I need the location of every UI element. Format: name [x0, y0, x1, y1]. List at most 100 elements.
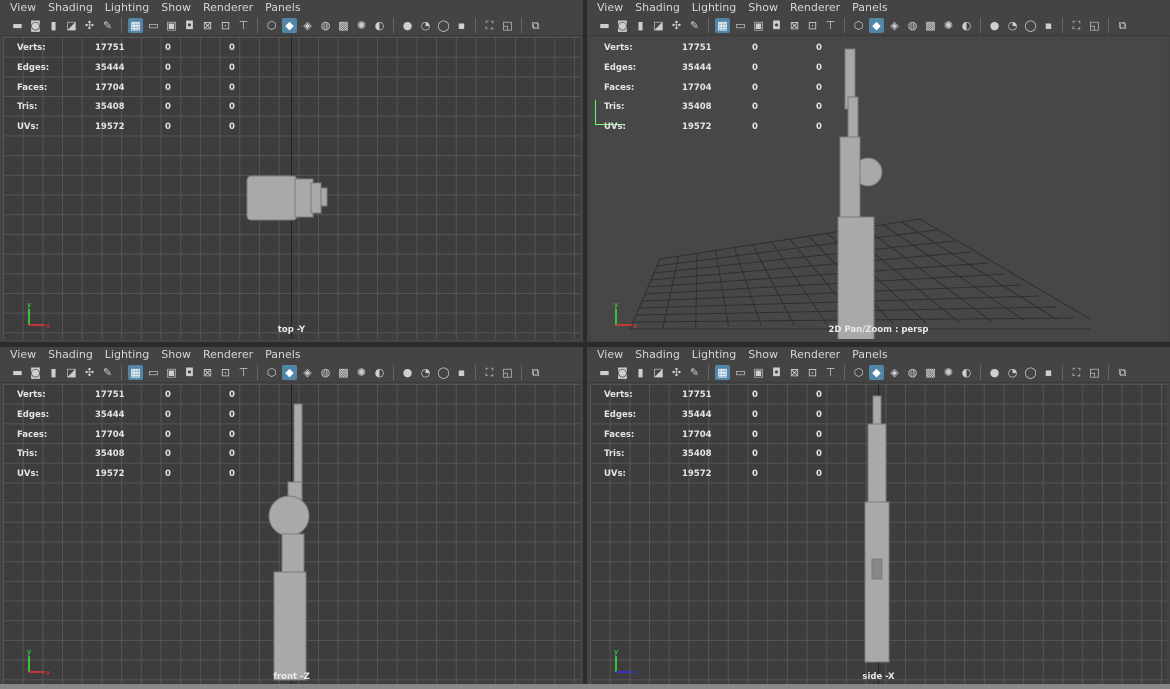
use-lights-icon[interactable]: ✺: [941, 365, 956, 380]
smooth-shade-icon[interactable]: ◆: [869, 364, 884, 380]
menu-panels[interactable]: Panels: [261, 347, 308, 362]
menu-renderer[interactable]: Renderer: [786, 0, 848, 15]
menu-view[interactable]: View: [6, 347, 44, 362]
grease-pencil-icon[interactable]: ✎: [687, 365, 702, 380]
depth-of-field-icon[interactable]: ▪: [454, 365, 469, 380]
menu-shading[interactable]: Shading: [44, 347, 101, 362]
image-plane-icon[interactable]: ◪: [651, 365, 666, 380]
grease-pencil-icon[interactable]: ✎: [687, 18, 702, 33]
panel-layout-icon[interactable]: ⧉: [528, 18, 543, 33]
menu-renderer[interactable]: Renderer: [199, 0, 261, 15]
scene-model[interactable]: [3, 37, 580, 339]
smooth-shade-icon[interactable]: ◆: [282, 17, 297, 33]
menu-show[interactable]: Show: [744, 347, 786, 362]
camera-select-icon[interactable]: ▬: [597, 18, 612, 33]
gate-mask-icon[interactable]: ◘: [182, 18, 197, 33]
image-plane-icon[interactable]: ◪: [651, 18, 666, 33]
panel-layout-icon[interactable]: ⧉: [1115, 18, 1130, 33]
menu-lighting[interactable]: Lighting: [101, 347, 157, 362]
multisample-aa-icon[interactable]: ◯: [1023, 365, 1038, 380]
safe-action-icon[interactable]: ⊡: [805, 18, 820, 33]
2d-pan-zoom-icon[interactable]: ✣: [82, 365, 97, 380]
resolution-gate-icon[interactable]: ▣: [164, 18, 179, 33]
use-lights-icon[interactable]: ✺: [354, 365, 369, 380]
grease-pencil-icon[interactable]: ✎: [100, 365, 115, 380]
isolate-select-icon[interactable]: ⛶: [1069, 18, 1084, 33]
camera-attributes-icon[interactable]: ◙: [28, 18, 43, 33]
panel-layout-icon[interactable]: ⧉: [528, 365, 543, 380]
isolate-select-icon[interactable]: ⛶: [482, 365, 497, 380]
screen-space-ao-icon[interactable]: ●: [400, 365, 415, 380]
menu-view[interactable]: View: [6, 0, 44, 15]
motion-blur-icon[interactable]: ◔: [1005, 18, 1020, 33]
safe-action-icon[interactable]: ⊡: [218, 18, 233, 33]
menu-show[interactable]: Show: [744, 0, 786, 15]
viewport-canvas[interactable]: Verts: 17751 0 0 Edges: 35444 0 0 Faces: 17704 0 0 T…: [3, 37, 580, 339]
grid-icon[interactable]: ▦: [128, 17, 143, 33]
menu-lighting[interactable]: Lighting: [688, 347, 744, 362]
wireframe-icon[interactable]: ⬡: [264, 365, 279, 380]
safe-action-icon[interactable]: ⊡: [218, 365, 233, 380]
xray-icon[interactable]: ◱: [500, 18, 515, 33]
resolution-gate-icon[interactable]: ▣: [751, 18, 766, 33]
depth-of-field-icon[interactable]: ▪: [1041, 365, 1056, 380]
film-gate-icon[interactable]: ▭: [733, 18, 748, 33]
safe-title-icon[interactable]: ⊤: [823, 18, 838, 33]
gate-mask-icon[interactable]: ◘: [769, 18, 784, 33]
textured-icon[interactable]: ▩: [923, 18, 938, 33]
safe-action-icon[interactable]: ⊡: [805, 365, 820, 380]
grid-icon[interactable]: ▦: [715, 364, 730, 380]
panel-layout-icon[interactable]: ⧉: [1115, 365, 1130, 380]
menu-renderer[interactable]: Renderer: [199, 347, 261, 362]
2d-pan-zoom-icon[interactable]: ✣: [669, 18, 684, 33]
textured-icon[interactable]: ▩: [336, 365, 351, 380]
smooth-shade-icon[interactable]: ◆: [282, 364, 297, 380]
wireframe-icon[interactable]: ⬡: [851, 18, 866, 33]
gate-mask-icon[interactable]: ◘: [182, 365, 197, 380]
safe-title-icon[interactable]: ⊤: [823, 365, 838, 380]
camera-attributes-icon[interactable]: ◙: [615, 18, 630, 33]
resolution-gate-icon[interactable]: ▣: [751, 365, 766, 380]
viewport-canvas[interactable]: Verts: 17751 0 0 Edges: 35444 0 0 Faces: 17704 0 0 T…: [590, 37, 1167, 339]
wireframe-on-shaded-icon[interactable]: ◈: [300, 365, 315, 380]
menu-view[interactable]: View: [593, 347, 631, 362]
wireframe-icon[interactable]: ⬡: [851, 365, 866, 380]
camera-attributes-icon[interactable]: ◙: [615, 365, 630, 380]
smooth-shade-icon[interactable]: ◆: [869, 17, 884, 33]
bookmark-icon[interactable]: ▮: [46, 365, 61, 380]
shadows-icon[interactable]: ◐: [372, 365, 387, 380]
isolate-select-icon[interactable]: ⛶: [482, 18, 497, 33]
motion-blur-icon[interactable]: ◔: [418, 18, 433, 33]
menu-panels[interactable]: Panels: [848, 0, 895, 15]
menu-view[interactable]: View: [593, 0, 631, 15]
bookmark-icon[interactable]: ▮: [633, 18, 648, 33]
menu-panels[interactable]: Panels: [261, 0, 308, 15]
field-chart-icon[interactable]: ⊠: [200, 365, 215, 380]
motion-blur-icon[interactable]: ◔: [418, 365, 433, 380]
2d-pan-zoom-icon[interactable]: ✣: [669, 365, 684, 380]
camera-attributes-icon[interactable]: ◙: [28, 365, 43, 380]
menu-show[interactable]: Show: [157, 0, 199, 15]
film-gate-icon[interactable]: ▭: [146, 18, 161, 33]
default-material-icon[interactable]: ◍: [318, 365, 333, 380]
textured-icon[interactable]: ▩: [923, 365, 938, 380]
menu-renderer[interactable]: Renderer: [786, 347, 848, 362]
wireframe-icon[interactable]: ⬡: [264, 18, 279, 33]
viewport-canvas[interactable]: Verts: 17751 0 0 Edges: 35444 0 0 Faces: 17704 0 0 T…: [590, 384, 1167, 686]
multisample-aa-icon[interactable]: ◯: [436, 365, 451, 380]
menu-shading[interactable]: Shading: [44, 0, 101, 15]
safe-title-icon[interactable]: ⊤: [236, 18, 251, 33]
depth-of-field-icon[interactable]: ▪: [1041, 18, 1056, 33]
default-material-icon[interactable]: ◍: [905, 365, 920, 380]
field-chart-icon[interactable]: ⊠: [787, 365, 802, 380]
scene-model[interactable]: [3, 384, 580, 686]
default-material-icon[interactable]: ◍: [905, 18, 920, 33]
shadows-icon[interactable]: ◐: [959, 18, 974, 33]
bookmark-icon[interactable]: ▮: [633, 365, 648, 380]
wireframe-on-shaded-icon[interactable]: ◈: [887, 365, 902, 380]
viewport-canvas[interactable]: Verts: 17751 0 0 Edges: 35444 0 0 Faces: 17704 0 0 T…: [3, 384, 580, 686]
gate-mask-icon[interactable]: ◘: [769, 365, 784, 380]
scene-model[interactable]: [590, 37, 1167, 339]
xray-icon[interactable]: ◱: [1087, 365, 1102, 380]
use-lights-icon[interactable]: ✺: [354, 18, 369, 33]
